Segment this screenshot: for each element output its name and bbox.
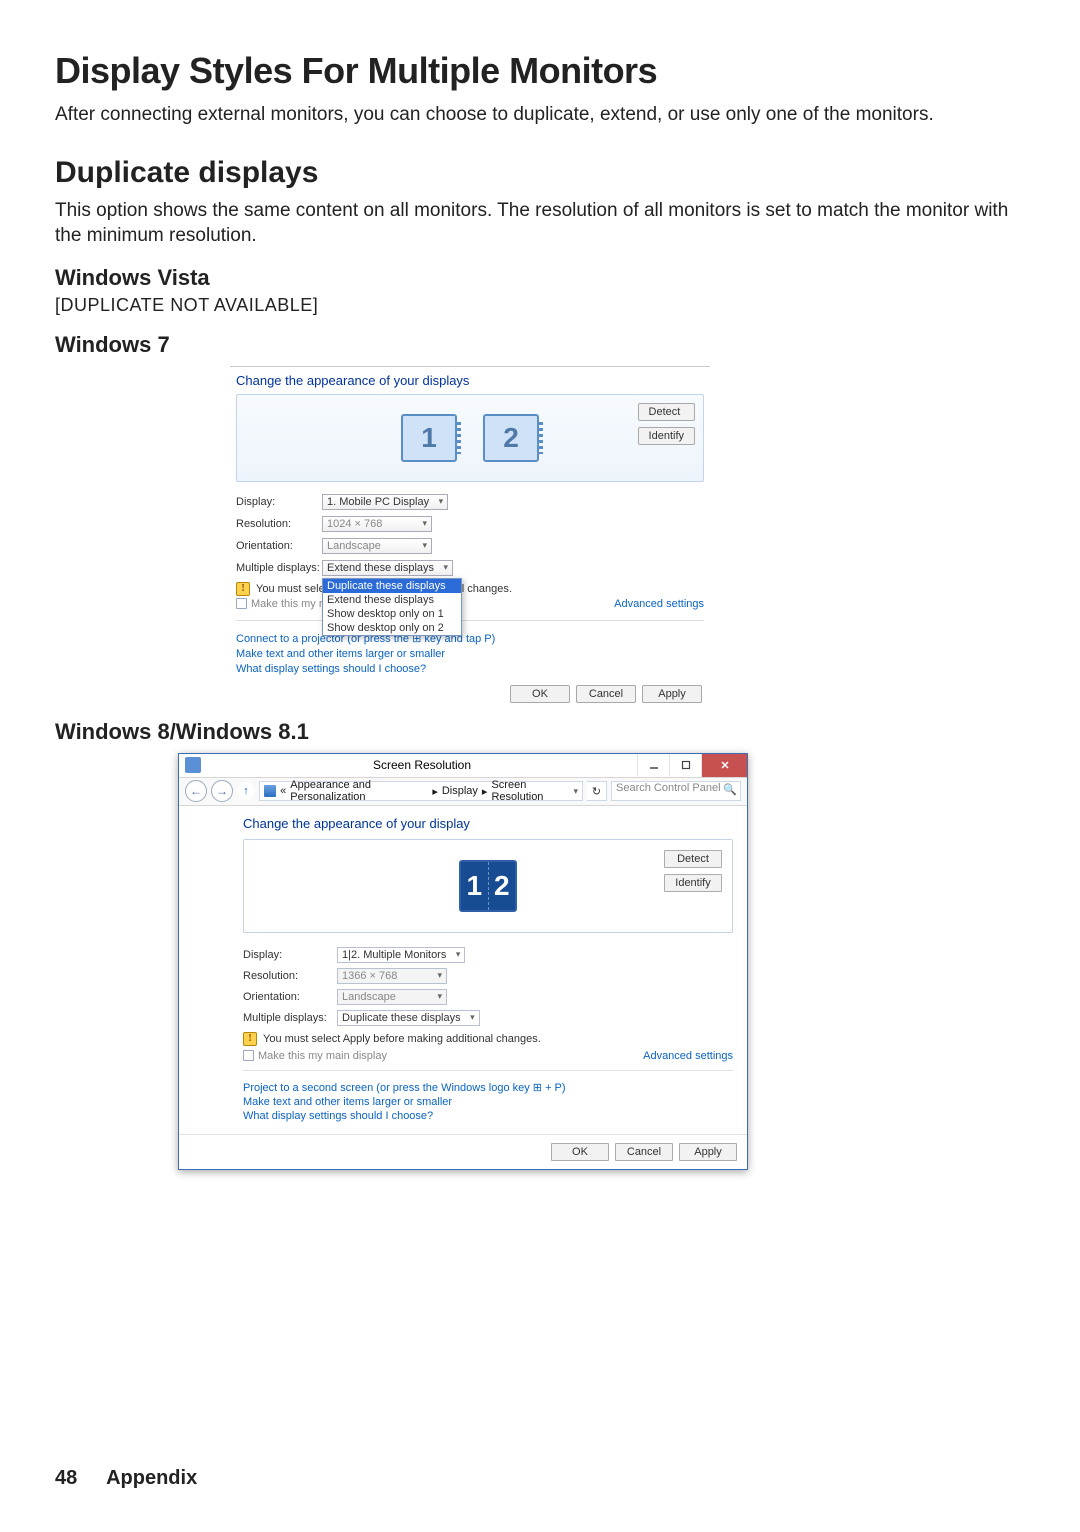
back-button[interactable]: ← xyxy=(185,780,207,802)
help-link[interactable]: What display settings should I choose? xyxy=(243,1110,733,1122)
page-number: 48 xyxy=(55,1467,77,1489)
breadcrumb[interactable]: « Appearance and Personalization ▸ Displ… xyxy=(259,781,583,801)
dd-option-duplicate[interactable]: Duplicate these displays xyxy=(323,579,461,593)
orientation-label: Orientation: xyxy=(236,540,322,552)
multiple-displays-select[interactable]: Extend these displays xyxy=(322,560,453,576)
page-title: Display Styles For Multiple Monitors xyxy=(55,50,1025,92)
detect-button[interactable]: Detect xyxy=(664,850,722,868)
win8-panel-title: Change the appearance of your display xyxy=(243,816,733,831)
page-footer: 48 Appendix xyxy=(55,1467,197,1490)
section-duplicate: Duplicate displays xyxy=(55,156,1025,190)
titlebar: Screen Resolution xyxy=(179,754,747,778)
win7-screenshot: Change the appearance of your displays 1… xyxy=(230,366,710,703)
cancel-button[interactable]: Cancel xyxy=(615,1143,673,1161)
resolution-select[interactable]: 1024 × 768 xyxy=(322,516,432,532)
display-label: Display: xyxy=(243,949,337,961)
minimize-button[interactable] xyxy=(637,754,669,777)
display-label: Display: xyxy=(236,496,322,508)
advanced-settings-link[interactable]: Advanced settings xyxy=(614,598,704,610)
heading-win7: Windows 7 xyxy=(55,332,1025,358)
multiple-displays-label: Multiple displays: xyxy=(243,1012,337,1024)
display-select[interactable]: 1|2. Multiple Monitors xyxy=(337,947,465,963)
dd-option-extend[interactable]: Extend these displays xyxy=(323,593,461,607)
project-link[interactable]: Project to a second screen (or press the… xyxy=(243,1081,733,1094)
ok-button[interactable]: OK xyxy=(510,685,570,703)
warning-icon: ! xyxy=(243,1032,257,1046)
display-select[interactable]: 1. Mobile PC Display xyxy=(322,494,448,510)
multiple-displays-select[interactable]: Duplicate these displays xyxy=(337,1010,480,1026)
win8-window: Screen Resolution ← → ↑ « Appearance and… xyxy=(178,753,748,1170)
duplicate-desc: This option shows the same content on al… xyxy=(55,198,1025,249)
multiple-displays-dropdown[interactable]: Duplicate these displays Extend these di… xyxy=(322,578,462,636)
apply-warning-text: You must select Apply before making addi… xyxy=(263,1033,541,1045)
ok-button[interactable]: OK xyxy=(551,1143,609,1161)
resolution-select[interactable]: 1366 × 768 xyxy=(337,968,447,984)
win8-monitor-combined[interactable]: 12 xyxy=(459,860,517,912)
apply-button[interactable]: Apply xyxy=(679,1143,737,1161)
win7-panel-title: Change the appearance of your displays xyxy=(236,373,704,388)
search-input[interactable]: Search Control Panel xyxy=(611,781,741,801)
window-title: Screen Resolution xyxy=(207,758,637,772)
dd-option-show2[interactable]: Show desktop only on 2 xyxy=(323,621,461,635)
cancel-button[interactable]: Cancel xyxy=(576,685,636,703)
section-name: Appendix xyxy=(106,1467,197,1489)
resolution-label: Resolution: xyxy=(243,970,337,982)
win7-monitor-2[interactable]: 2 xyxy=(483,414,539,462)
identify-button[interactable]: Identify xyxy=(638,427,695,445)
win8-monitor-preview: 12 Detect Identify xyxy=(243,839,733,933)
app-icon xyxy=(185,757,201,773)
scale-text-link[interactable]: Make text and other items larger or smal… xyxy=(243,1096,733,1108)
resolution-label: Resolution: xyxy=(236,518,322,530)
apply-button[interactable]: Apply xyxy=(642,685,702,703)
dd-option-show1[interactable]: Show desktop only on 1 xyxy=(323,607,461,621)
help-link[interactable]: What display settings should I choose? xyxy=(236,663,704,675)
multiple-displays-label: Multiple displays: xyxy=(236,562,322,574)
detect-button[interactable]: Detect xyxy=(638,403,695,421)
orientation-label: Orientation: xyxy=(243,991,337,1003)
heading-win8: Windows 8/Windows 8.1 xyxy=(55,719,1025,745)
win7-monitor-1[interactable]: 1 xyxy=(401,414,457,462)
win7-monitor-preview: 1 2 Detect Identify xyxy=(236,394,704,482)
make-main-checkbox[interactable] xyxy=(236,598,247,609)
maximize-button[interactable] xyxy=(669,754,701,777)
close-button[interactable] xyxy=(701,754,747,777)
forward-button[interactable]: → xyxy=(211,780,233,802)
make-main-label: Make this my m xyxy=(251,598,328,610)
display-icon xyxy=(264,785,276,797)
advanced-settings-link[interactable]: Advanced settings xyxy=(643,1050,733,1062)
make-main-label: Make this my main display xyxy=(258,1050,387,1062)
intro-text: After connecting external monitors, you … xyxy=(55,102,1025,128)
orientation-select[interactable]: Landscape xyxy=(337,989,447,1005)
make-main-checkbox[interactable] xyxy=(243,1050,254,1061)
heading-vista: Windows Vista xyxy=(55,265,1025,291)
projector-link[interactable]: Connect to a projector (or press the ⊞ k… xyxy=(236,632,704,645)
warning-icon: ! xyxy=(236,582,250,596)
vista-note: [DUPLICATE NOT AVAILABLE] xyxy=(55,295,1025,316)
orientation-select[interactable]: Landscape xyxy=(322,538,432,554)
identify-button[interactable]: Identify xyxy=(664,874,722,892)
scale-text-link[interactable]: Make text and other items larger or smal… xyxy=(236,648,704,660)
refresh-button[interactable]: ↻ xyxy=(587,781,607,801)
up-button[interactable]: ↑ xyxy=(237,782,255,800)
